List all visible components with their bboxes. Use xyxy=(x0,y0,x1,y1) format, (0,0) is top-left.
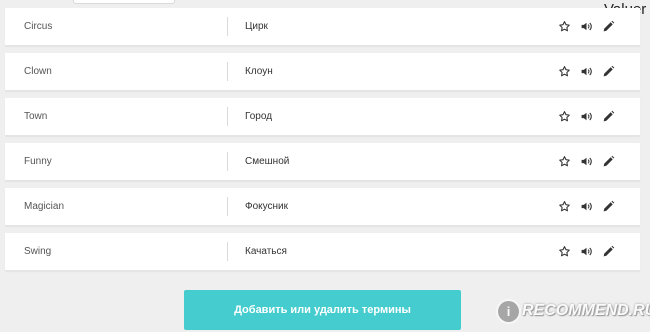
translation-text[interactable]: Город xyxy=(245,98,272,135)
translation-text[interactable]: Качаться xyxy=(245,233,287,270)
star-icon[interactable] xyxy=(557,244,572,259)
row-actions xyxy=(557,18,616,35)
pencil-icon[interactable] xyxy=(601,244,616,259)
row-actions xyxy=(557,243,616,260)
term-text[interactable]: Clown xyxy=(24,53,52,90)
term-list: Circus Цирк Clown Клоун Town Город Funny xyxy=(5,0,640,271)
term-row: Clown Клоун xyxy=(5,53,640,91)
add-remove-terms-button[interactable]: Добавить или удалить термины xyxy=(184,290,461,330)
row-actions xyxy=(557,108,616,125)
term-text[interactable]: Swing xyxy=(24,233,51,270)
pencil-icon[interactable] xyxy=(601,64,616,79)
row-divider xyxy=(227,107,228,126)
translation-text[interactable]: Клоун xyxy=(245,53,273,90)
watermark-logo: i RECOMMEND.RU xyxy=(498,298,650,324)
term-text[interactable]: Town xyxy=(24,98,47,135)
term-row: Funny Смешной xyxy=(5,143,640,181)
translation-text[interactable]: Смешной xyxy=(245,143,289,180)
row-divider xyxy=(227,62,228,81)
star-icon[interactable] xyxy=(557,64,572,79)
speaker-icon[interactable] xyxy=(579,19,594,34)
term-text[interactable]: Funny xyxy=(24,143,52,180)
speaker-icon[interactable] xyxy=(579,64,594,79)
term-text[interactable]: Circus xyxy=(24,8,52,45)
star-icon[interactable] xyxy=(557,109,572,124)
row-divider xyxy=(227,242,228,261)
translation-text[interactable]: Фокусник xyxy=(245,188,288,225)
star-icon[interactable] xyxy=(557,154,572,169)
speaker-icon[interactable] xyxy=(579,199,594,214)
row-actions xyxy=(557,63,616,80)
row-actions xyxy=(557,198,616,215)
translation-text[interactable]: Цирк xyxy=(245,8,268,45)
term-text[interactable]: Magician xyxy=(24,188,64,225)
pencil-icon[interactable] xyxy=(601,154,616,169)
star-icon[interactable] xyxy=(557,19,572,34)
pencil-icon[interactable] xyxy=(601,109,616,124)
row-divider xyxy=(227,152,228,171)
row-divider xyxy=(227,197,228,216)
row-divider xyxy=(227,17,228,36)
watermark-badge-icon: i xyxy=(498,300,519,322)
term-row: Town Город xyxy=(5,98,640,136)
term-row: Swing Качаться xyxy=(5,233,640,271)
watermark-text: RECOMMEND.RU xyxy=(522,302,650,319)
speaker-icon[interactable] xyxy=(579,244,594,259)
term-row: Magician Фокусник xyxy=(5,188,640,226)
pencil-icon[interactable] xyxy=(601,199,616,214)
star-icon[interactable] xyxy=(557,199,572,214)
row-actions xyxy=(557,153,616,170)
pencil-icon[interactable] xyxy=(601,19,616,34)
speaker-icon[interactable] xyxy=(579,109,594,124)
term-row: Circus Цирк xyxy=(5,8,640,46)
speaker-icon[interactable] xyxy=(579,154,594,169)
